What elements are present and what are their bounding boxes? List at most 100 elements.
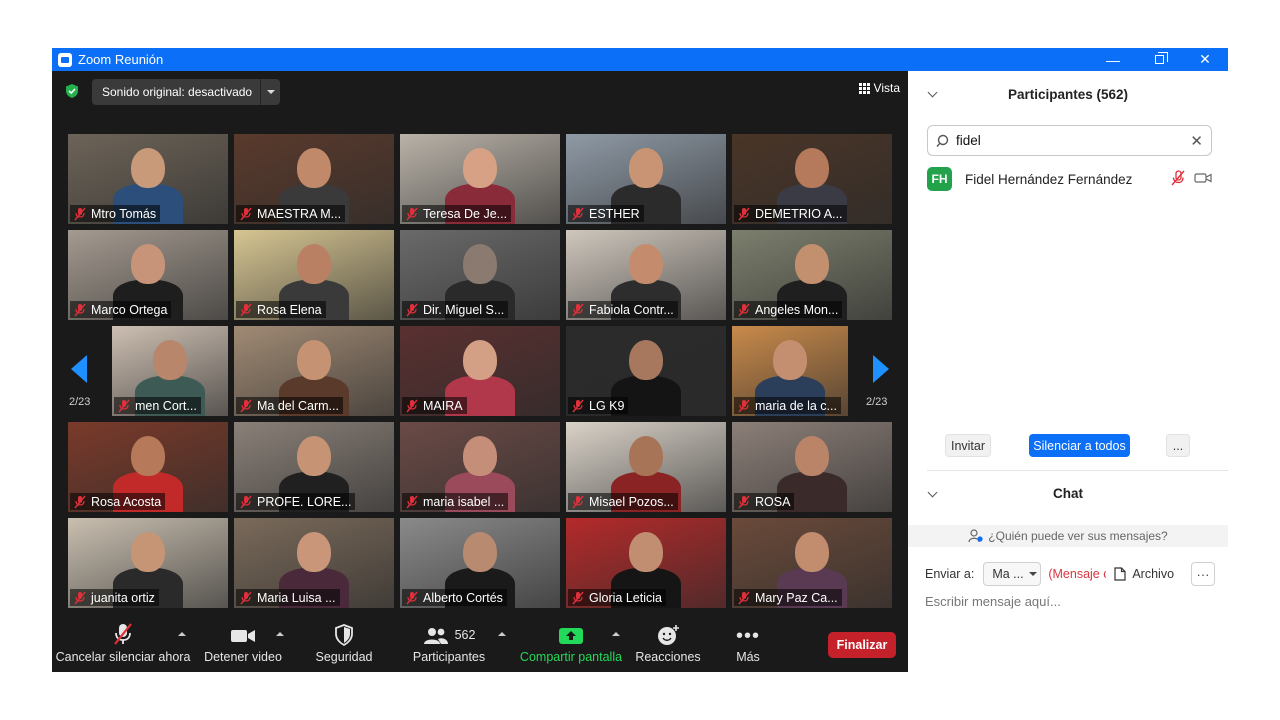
encryption-shield-icon[interactable] (64, 83, 80, 99)
next-page-arrow-icon[interactable] (873, 355, 889, 383)
video-tile[interactable]: Maria Luisa ... (234, 518, 394, 608)
participants-more-button[interactable]: ... (1166, 434, 1190, 457)
muted-mic-icon (240, 303, 252, 316)
video-tile[interactable]: Dir. Miguel S... (400, 230, 560, 320)
tile-participant-name: maria isabel ... (423, 494, 505, 509)
prev-page-arrow-icon[interactable] (71, 355, 87, 383)
chat-message-input[interactable]: Escribir mensaje aquí... (925, 594, 1210, 614)
tile-name-label: maria isabel ... (402, 493, 509, 510)
video-tile[interactable]: maria isabel ... (400, 422, 560, 512)
title-bar: Zoom Reunión — ✕ (52, 48, 1228, 71)
mute-all-button[interactable]: Silenciar a todos (1029, 434, 1130, 457)
audio-options-caret-icon[interactable] (178, 632, 186, 636)
video-tile[interactable]: Teresa De Je... (400, 134, 560, 224)
zoom-window: Zoom Reunión — ✕ Sonido original: desact… (52, 48, 1228, 672)
chevron-down-icon (266, 90, 275, 94)
more-dots-icon: ••• (735, 625, 760, 647)
video-tile[interactable]: Ma del Carm... (234, 326, 394, 416)
participants-button[interactable]: 562 Participantes (412, 616, 486, 672)
tile-participant-name: Gloria Leticia (589, 590, 662, 605)
file-button[interactable]: Archivo (1114, 567, 1174, 581)
video-tile[interactable]: maria de la c... (732, 326, 848, 416)
tile-name-label: maria de la c... (734, 397, 841, 414)
tile-participant-name: Alberto Cortés (423, 590, 503, 605)
tile-name-label: Mary Paz Ca... (734, 589, 842, 606)
share-screen-icon (559, 628, 583, 644)
participant-face (131, 148, 165, 188)
video-tile[interactable]: Rosa Acosta (68, 422, 228, 512)
unmute-button[interactable]: Cancelar silenciar ahora (56, 616, 190, 672)
video-tile[interactable]: MAESTRA M... (234, 134, 394, 224)
more-button[interactable]: ••• Más (728, 616, 768, 672)
stop-video-button[interactable]: Detener video (202, 616, 284, 672)
maximize-button[interactable] (1136, 48, 1182, 71)
who-can-see-messages[interactable]: ¿Quién puede ver sus mensajes? (908, 525, 1228, 547)
video-tile[interactable]: Mary Paz Ca... (732, 518, 892, 608)
video-tile[interactable]: Mtro Tomás (68, 134, 228, 224)
video-tile[interactable]: juanita ortiz (68, 518, 228, 608)
video-tile[interactable]: Marco Ortega (68, 230, 228, 320)
muted-mic-icon (406, 591, 418, 604)
participants-options-caret-icon[interactable] (498, 632, 506, 636)
share-screen-button[interactable]: Compartir pantalla (518, 616, 624, 672)
muted-mic-icon[interactable] (1170, 170, 1186, 186)
original-sound-button[interactable]: Sonido original: desactivado (92, 79, 280, 105)
tile-name-label: juanita ortiz (70, 589, 159, 606)
participant-face (463, 532, 497, 572)
more-label: Más (736, 650, 760, 664)
reactions-button[interactable]: Reacciones (634, 616, 702, 672)
original-sound-dropdown[interactable] (260, 79, 280, 105)
participant-list-item[interactable]: FH Fidel Hernández Fernández (927, 167, 1212, 191)
video-tile[interactable]: LG K9 (566, 326, 726, 416)
video-tile[interactable]: PROFE. LORE... (234, 422, 394, 512)
invite-button[interactable]: Invitar (945, 434, 991, 457)
video-tile[interactable]: DEMETRIO A... (732, 134, 892, 224)
video-tile[interactable]: Fabiola Contr... (566, 230, 726, 320)
side-panel: Participantes (562) ✕ FH Fidel Hernández… (908, 71, 1228, 672)
tile-participant-name: Teresa De Je... (423, 206, 508, 221)
security-label: Seguridad (315, 650, 373, 664)
video-tile[interactable]: Gloria Leticia (566, 518, 726, 608)
video-tile[interactable]: Rosa Elena (234, 230, 394, 320)
participant-face (795, 532, 829, 572)
video-tile[interactable]: Alberto Cortés (400, 518, 560, 608)
tile-name-label: Maria Luisa ... (236, 589, 340, 606)
tile-name-label: Alberto Cortés (402, 589, 507, 606)
send-to-select[interactable]: Ma ... (983, 562, 1042, 586)
video-tile[interactable]: Angeles Mon... (732, 230, 892, 320)
video-tile[interactable]: men Cort... (112, 326, 228, 416)
participant-face (463, 436, 497, 476)
video-tile[interactable]: MAIRA (400, 326, 560, 416)
security-shield-icon (335, 624, 353, 646)
end-meeting-button[interactable]: Finalizar (828, 632, 896, 658)
participant-face (297, 244, 331, 284)
muted-mic-icon (406, 303, 418, 316)
share-options-caret-icon[interactable] (612, 632, 620, 636)
minimize-button[interactable]: — (1090, 48, 1136, 71)
clear-search-icon[interactable]: ✕ (1190, 132, 1203, 150)
muted-mic-icon (572, 399, 584, 412)
close-button[interactable]: ✕ (1182, 48, 1228, 71)
participant-search-input[interactable] (956, 133, 1176, 148)
participant-face (795, 148, 829, 188)
view-button[interactable]: Vista (858, 81, 900, 95)
video-tile[interactable]: ESTHER (566, 134, 726, 224)
chat-more-button[interactable]: ··· (1191, 562, 1215, 586)
video-tile[interactable]: ROSA (732, 422, 892, 512)
muted-mic-icon (572, 207, 584, 220)
send-to-row: Enviar a: Ma ... (Mensaje c Archivo ··· (925, 562, 1215, 586)
chevron-down-icon (1028, 572, 1037, 576)
tile-participant-name: Marco Ortega (91, 302, 168, 317)
participant-search-box[interactable]: ✕ (927, 125, 1212, 156)
send-to-label: Enviar a: (925, 567, 975, 581)
tile-name-label: Fabiola Contr... (568, 301, 678, 318)
muted-mic-icon (738, 495, 750, 508)
participant-face (297, 148, 331, 188)
video-camera-icon[interactable] (1194, 171, 1212, 185)
participant-face (297, 532, 331, 572)
video-options-caret-icon[interactable] (276, 632, 284, 636)
security-button[interactable]: Seguridad (310, 616, 378, 672)
window-title: Zoom Reunión (78, 52, 164, 67)
participants-count: 562 (454, 628, 476, 642)
video-tile[interactable]: Misael Pozos... (566, 422, 726, 512)
